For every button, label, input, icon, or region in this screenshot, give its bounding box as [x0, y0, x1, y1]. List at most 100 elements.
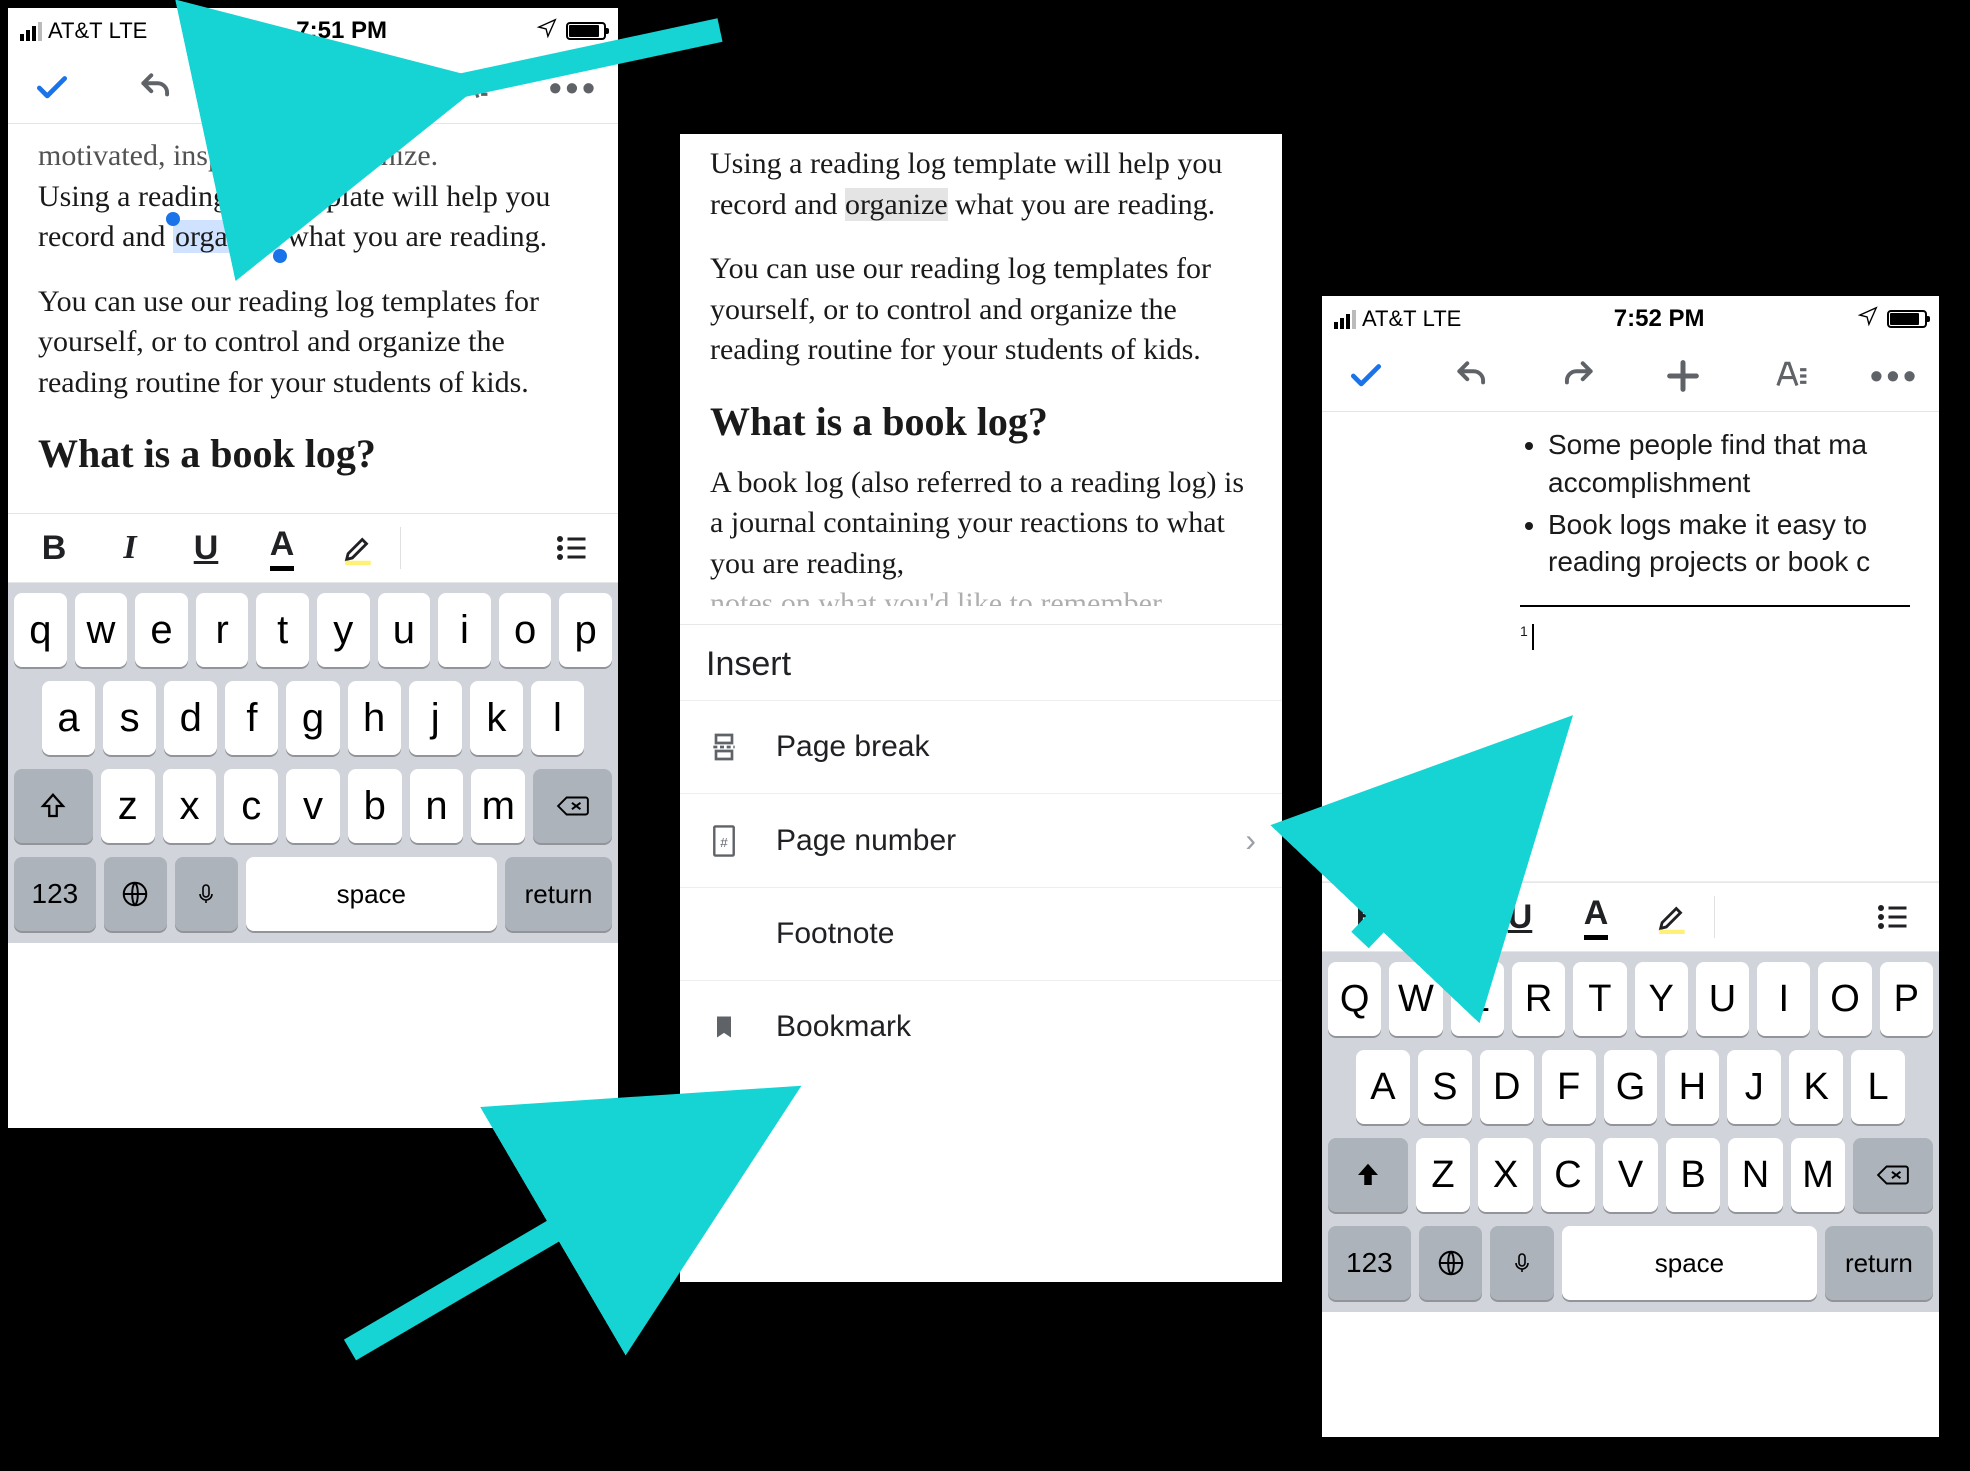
key-l[interactable]: l [531, 681, 584, 755]
heading[interactable]: What is a book log? [710, 395, 1252, 449]
redo-button[interactable] [235, 62, 287, 114]
mic-key[interactable] [175, 857, 238, 931]
selection-handle-left[interactable] [166, 212, 180, 226]
return-key[interactable]: return [505, 857, 612, 931]
key-h[interactable]: H [1665, 1050, 1719, 1124]
key-c[interactable]: C [1541, 1138, 1596, 1212]
done-check-button[interactable] [1340, 350, 1392, 402]
redo-button[interactable] [1552, 350, 1604, 402]
paragraph-1[interactable]: Using a reading log template will help y… [38, 177, 588, 258]
key-t[interactable]: T [1573, 962, 1626, 1036]
key-n[interactable]: n [410, 769, 464, 843]
key-z[interactable]: z [101, 769, 155, 843]
underline-button[interactable]: U [168, 522, 244, 574]
return-key[interactable]: return [1825, 1226, 1933, 1300]
key-i[interactable]: i [438, 593, 491, 667]
bullet-list[interactable]: Some people find that ma accomplishment … [1340, 426, 1921, 581]
more-menu-button[interactable]: ••• [1869, 350, 1921, 402]
key-y[interactable]: y [317, 593, 370, 667]
key-o[interactable]: o [499, 593, 552, 667]
key-q[interactable]: Q [1328, 962, 1381, 1036]
key-s[interactable]: s [103, 681, 156, 755]
key-w[interactable]: W [1389, 962, 1442, 1036]
mic-key[interactable] [1490, 1226, 1554, 1300]
key-n[interactable]: N [1728, 1138, 1783, 1212]
italic-button[interactable]: I [92, 522, 168, 574]
bulleted-list-button[interactable] [1855, 891, 1931, 943]
paragraph-3[interactable]: A book log (also referred to a reading l… [710, 463, 1252, 585]
key-c[interactable]: c [224, 769, 278, 843]
key-s[interactable]: S [1418, 1050, 1472, 1124]
heading[interactable]: What is a book log? [38, 427, 588, 481]
key-m[interactable]: M [1791, 1138, 1846, 1212]
key-k[interactable]: K [1789, 1050, 1843, 1124]
key-k[interactable]: k [470, 681, 523, 755]
insert-plus-button[interactable] [339, 62, 391, 114]
key-v[interactable]: V [1603, 1138, 1658, 1212]
key-v[interactable]: v [286, 769, 340, 843]
underline-button[interactable]: U [1482, 891, 1558, 943]
undo-button[interactable] [130, 62, 182, 114]
footnote-entry[interactable]: 1 [1520, 623, 1921, 650]
key-d[interactable]: d [164, 681, 217, 755]
key-b[interactable]: b [348, 769, 402, 843]
key-f[interactable]: f [225, 681, 278, 755]
key-a[interactable]: a [42, 681, 95, 755]
italic-button[interactable]: I [1406, 891, 1482, 943]
text-color-button[interactable]: A [1558, 891, 1634, 943]
key-r[interactable]: R [1512, 962, 1565, 1036]
key-h[interactable]: h [348, 681, 401, 755]
key-i[interactable]: I [1757, 962, 1810, 1036]
insert-page-break[interactable]: Page break [680, 700, 1282, 793]
space-key[interactable]: space [1562, 1226, 1817, 1300]
key-t[interactable]: t [256, 593, 309, 667]
text-format-button[interactable] [444, 62, 496, 114]
text-color-button[interactable]: A [244, 522, 320, 574]
insert-plus-button[interactable] [1657, 350, 1709, 402]
paragraph-2[interactable]: You can use our reading log templates fo… [710, 249, 1252, 371]
key-p[interactable]: p [559, 593, 612, 667]
key-p[interactable]: P [1880, 962, 1933, 1036]
highlight-color-button[interactable] [320, 522, 396, 574]
insert-page-number[interactable]: # Page number › [680, 793, 1282, 887]
numeric-key[interactable]: 123 [1328, 1226, 1411, 1300]
key-o[interactable]: O [1818, 962, 1871, 1036]
key-z[interactable]: Z [1416, 1138, 1471, 1212]
globe-key[interactable] [1419, 1226, 1483, 1300]
insert-footnote[interactable]: · Footnote [680, 887, 1282, 980]
shift-key[interactable] [1328, 1138, 1408, 1212]
more-menu-button[interactable]: ••• [548, 62, 600, 114]
selection-handle-right[interactable] [273, 249, 287, 263]
key-a[interactable]: A [1356, 1050, 1410, 1124]
paragraph-2[interactable]: You can use our reading log templates fo… [38, 282, 588, 404]
document-body[interactable]: Some people find that ma accomplishment … [1322, 412, 1939, 882]
key-e[interactable]: e [135, 593, 188, 667]
key-m[interactable]: m [471, 769, 525, 843]
key-e[interactable]: E [1451, 962, 1504, 1036]
selected-text[interactable]: organize [173, 220, 280, 253]
backspace-key[interactable] [1853, 1138, 1933, 1212]
key-j[interactable]: J [1727, 1050, 1781, 1124]
key-x[interactable]: X [1478, 1138, 1533, 1212]
highlight-color-button[interactable] [1634, 891, 1710, 943]
key-y[interactable]: Y [1635, 962, 1688, 1036]
space-key[interactable]: space [246, 857, 498, 931]
bold-button[interactable]: B [16, 522, 92, 574]
key-f[interactable]: F [1542, 1050, 1596, 1124]
key-u[interactable]: U [1696, 962, 1749, 1036]
key-d[interactable]: D [1480, 1050, 1534, 1124]
undo-button[interactable] [1446, 350, 1498, 402]
globe-key[interactable] [104, 857, 167, 931]
done-check-button[interactable] [26, 62, 78, 114]
list-item[interactable]: Some people find that ma accomplishment [1548, 426, 1921, 502]
key-w[interactable]: w [75, 593, 128, 667]
bulleted-list-button[interactable] [534, 522, 610, 574]
shift-key[interactable] [14, 769, 93, 843]
insert-bookmark[interactable]: Bookmark [680, 980, 1282, 1073]
bold-button[interactable]: B [1330, 891, 1406, 943]
backspace-key[interactable] [533, 769, 612, 843]
document-body[interactable]: Using a reading log template will help y… [680, 134, 1282, 624]
key-q[interactable]: q [14, 593, 67, 667]
key-x[interactable]: x [163, 769, 217, 843]
key-g[interactable]: G [1604, 1050, 1658, 1124]
